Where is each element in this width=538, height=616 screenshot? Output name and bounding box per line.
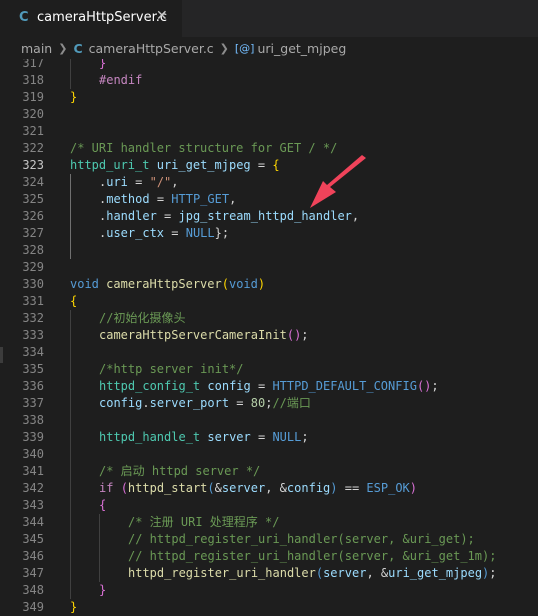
arrow-shape — [310, 155, 366, 208]
annotation-arrow — [310, 155, 366, 208]
